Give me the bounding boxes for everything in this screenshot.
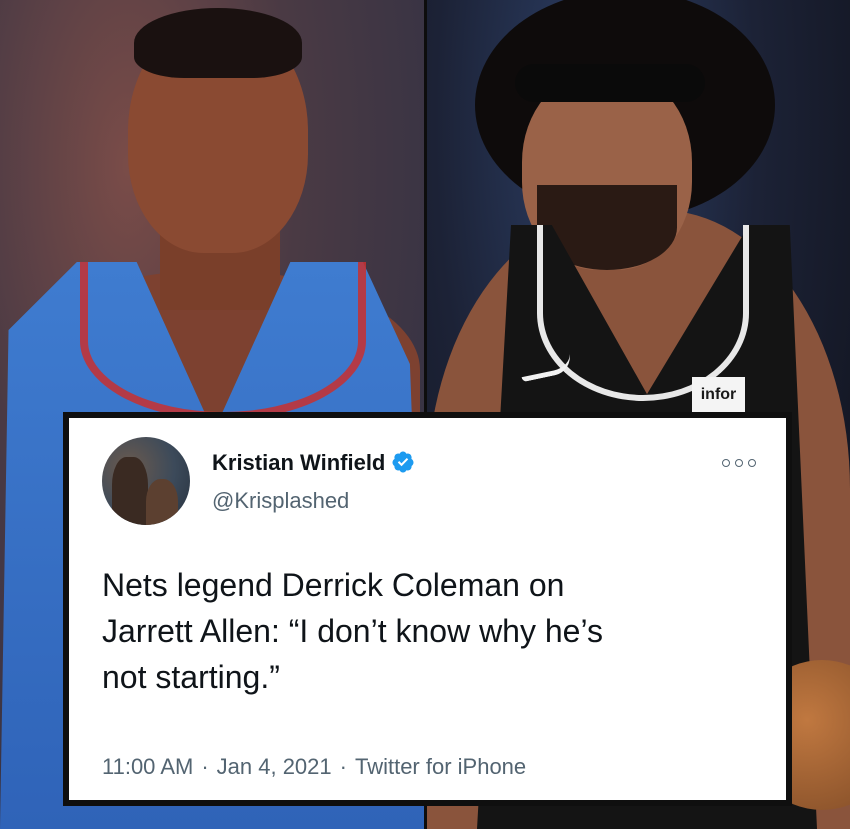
left-player-jersey-trim [80, 262, 366, 420]
tweet-metadata: 11:00 AM · Jan 4, 2021 · Twitter for iPhone [102, 754, 526, 780]
tweet-card: Kristian Winfield @Krisplashed Nets lege… [63, 412, 792, 806]
display-name[interactable]: Kristian Winfield [212, 450, 415, 476]
more-options-icon[interactable] [722, 456, 756, 470]
meta-separator: · [339, 754, 347, 779]
display-name-text: Kristian Winfield [212, 450, 386, 475]
tweet-text: Nets legend Derrick Coleman on Jarrett A… [102, 567, 603, 695]
right-player-headband [515, 64, 705, 102]
jersey-sponsor-tag: infor [692, 377, 745, 413]
right-player-jersey-trim [537, 225, 749, 401]
avatar-figure [112, 457, 148, 525]
tweet-date[interactable]: Jan 4, 2021 [217, 754, 332, 779]
meta-separator: · [201, 754, 209, 779]
avatar-figure [146, 479, 178, 525]
verified-badge-icon [391, 450, 415, 474]
user-handle[interactable]: @Krisplashed [212, 488, 349, 514]
left-player-hair [134, 8, 302, 78]
avatar[interactable] [102, 437, 190, 525]
tweet-time[interactable]: 11:00 AM [102, 754, 193, 779]
tweet-source[interactable]: Twitter for iPhone [355, 754, 526, 779]
